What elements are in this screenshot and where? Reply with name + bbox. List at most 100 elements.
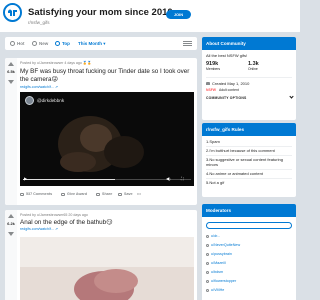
sort-hot-label: Hot — [17, 41, 25, 46]
user-icon — [206, 270, 209, 274]
more-options-button[interactable]: ••• — [137, 192, 141, 196]
community-description: All the best NSFW gifs! — [206, 53, 248, 58]
comment-icon — [20, 192, 24, 196]
subreddit-header: Satisfying your mom since 2010 JOIN r/ns… — [0, 0, 300, 32]
moderator-link[interactable]: u/dr... — [206, 234, 220, 238]
vote-column: 6.5k — [5, 58, 17, 205]
flame-icon — [10, 41, 15, 47]
adult-content-tag: Adult content — [218, 88, 239, 92]
share-icon — [96, 192, 100, 196]
moderator-name: u/dr... — [211, 234, 221, 238]
user-icon — [206, 279, 209, 283]
divider — [206, 155, 292, 156]
subreddit-logo-icon — [5, 5, 20, 20]
channel-name: @dirkdebbnk — [37, 98, 65, 103]
community-tags: NSFW Adult content — [206, 88, 239, 92]
rule-item[interactable]: 2.I'm butthurt because of this comment — [206, 148, 292, 153]
video-progress-fill — [23, 179, 116, 180]
divider — [206, 77, 292, 78]
user-icon — [206, 234, 209, 238]
post-title[interactable]: My BF was busy throat fucking our Tinder… — [20, 68, 192, 83]
community-options-label: COMMUNITY OPTIONS — [206, 96, 247, 100]
sort-top[interactable]: Top — [55, 37, 70, 50]
user-icon — [206, 288, 209, 292]
subreddit-name[interactable]: r/nsfw_gifs — [28, 20, 50, 25]
post-media[interactable] — [20, 237, 194, 300]
award-label: Give Award — [67, 192, 88, 196]
moderators-heading: Moderators — [202, 204, 296, 217]
video-player[interactable]: @dirkdebbnk ▶ ◀) ⛶ — [20, 92, 194, 186]
created-text: Created May 1, 2010 — [212, 81, 250, 86]
moderator-link[interactable]: u/bdsm — [206, 270, 223, 274]
rule-item[interactable]: 5.Not a gif — [206, 180, 292, 185]
divider — [206, 146, 292, 147]
post-card[interactable]: 6.5k Posted by u/Jamesbrowser 4 days ago… — [5, 58, 197, 205]
comments-label: 537 Comments — [26, 192, 53, 196]
members-stat: 919k Members — [206, 61, 220, 71]
vote-count: 6.2k — [7, 222, 15, 226]
post-link[interactable]: redgifs.com/watch/f... ↗ — [20, 85, 58, 89]
moderator-name: u/bdsm — [211, 270, 224, 274]
time-filter-dropdown[interactable]: This Month ▾ — [78, 37, 106, 50]
fullscreen-icon[interactable]: ⛶ — [181, 176, 184, 183]
gift-icon — [61, 192, 65, 196]
post-meta: Posted by u/Jamesbrowser 4 days ago 🏅🏅 — [20, 61, 92, 65]
user-icon — [206, 243, 209, 247]
card-view-icon[interactable] — [183, 41, 192, 46]
downvote-icon[interactable] — [8, 232, 14, 236]
moderator-link[interactable]: u/Mazeill — [206, 261, 226, 265]
play-icon[interactable]: ▶ — [24, 176, 27, 183]
moderator-name: u/VMHe — [211, 288, 225, 292]
user-icon — [206, 252, 209, 256]
share-button[interactable]: Share — [96, 192, 112, 196]
nsfw-tag: NSFW — [206, 88, 216, 92]
post-link[interactable]: redgifs.com/watch/f... ↗ — [20, 227, 58, 231]
bar-chart-icon — [55, 41, 60, 47]
sort-new[interactable]: New — [32, 37, 48, 50]
rules-card: r/nsfw_gifs Rules 1.Spam 2.I'm butthurt … — [202, 123, 296, 197]
post-media-frame — [20, 237, 194, 300]
comments-button[interactable]: 537 Comments — [20, 192, 52, 196]
rules-heading: r/nsfw_gifs Rules — [202, 123, 296, 136]
channel-avatar — [25, 96, 34, 105]
message-mods-button[interactable] — [206, 222, 292, 229]
vote-count: 6.5k — [7, 70, 15, 74]
moderator-link[interactable]: u/NeverQuiteNew — [206, 243, 240, 247]
subreddit-avatar[interactable] — [3, 3, 22, 22]
page: Satisfying your mom since 2010 JOIN r/ns… — [0, 0, 300, 300]
online-stat: 1.3k Online — [248, 61, 259, 71]
post-card[interactable]: 6.2k Posted by u/Jamesbrowser65 20 days … — [5, 210, 197, 300]
members-label: Members — [206, 67, 221, 71]
upvote-icon[interactable] — [8, 214, 14, 218]
bookmark-icon — [118, 192, 122, 196]
upvote-icon[interactable] — [8, 62, 14, 66]
sort-bar: Hot New Top This Month ▾ — [5, 37, 197, 50]
sort-top-label: Top — [62, 41, 70, 46]
cake-icon — [206, 82, 210, 86]
divider — [206, 178, 292, 179]
vote-column: 6.2k — [5, 210, 17, 300]
post-title[interactable]: Anal on the edge of the bathub😏 — [20, 219, 192, 227]
save-label: Save — [124, 192, 133, 196]
sort-hot[interactable]: Hot — [10, 37, 25, 50]
moderator-name: u/pussybrain — [211, 252, 232, 256]
rule-item[interactable]: 1.Spam — [206, 139, 292, 144]
rule-item[interactable]: 4.No anime or animated content — [206, 171, 292, 176]
save-button[interactable]: Save — [118, 192, 133, 196]
post-meta: Posted by u/Jamesbrowser65 20 days ago — [20, 213, 88, 217]
community-options[interactable]: COMMUNITY OPTIONS — [206, 94, 295, 100]
sort-new-label: New — [39, 41, 49, 46]
moderator-link[interactable]: u/VMHe — [206, 288, 224, 292]
created-date: Created May 1, 2010 — [206, 81, 249, 86]
moderator-link[interactable]: u/flowerstopper — [206, 279, 236, 283]
downvote-icon[interactable] — [8, 80, 14, 84]
join-button[interactable]: JOIN — [166, 10, 191, 19]
sparkle-icon — [32, 41, 37, 47]
volume-icon[interactable]: ◀) — [166, 176, 170, 183]
rule-item[interactable]: 3.No suggestive or sexual content featur… — [206, 157, 292, 167]
subreddit-title: Satisfying your mom since 2010 — [28, 7, 173, 18]
about-heading: About Community — [202, 37, 296, 50]
moderators-card: Moderators u/dr... u/NeverQuiteNew u/pus… — [202, 204, 296, 300]
give-award-button[interactable]: Give Award — [61, 192, 87, 196]
moderator-link[interactable]: u/pussybrain — [206, 252, 232, 256]
